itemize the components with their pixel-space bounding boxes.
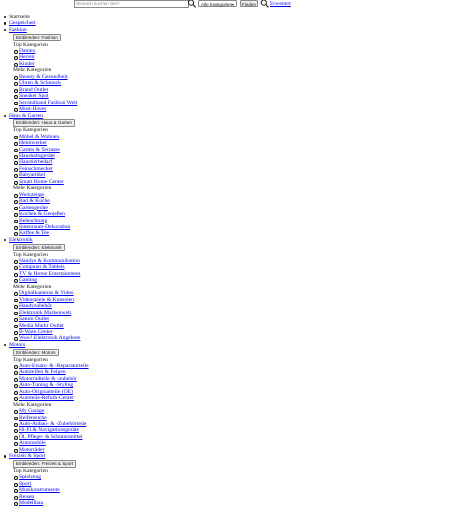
category-link[interactable]: Modellbau <box>19 500 43 506</box>
category-link[interactable]: Smart Home Center <box>19 179 64 185</box>
list-item[interactable]: Autoteile-Refurb-Center <box>14 395 89 402</box>
category-link[interactable]: Computer & Tablets <box>19 264 65 270</box>
category-link[interactable]: Saturn Outlet <box>19 316 49 322</box>
category-link[interactable]: Must-Haves <box>19 106 46 112</box>
more-categories-list: Beauty & Gesundheit Uhren & Schmuck Brand … <box>9 74 89 113</box>
header-bar: Wonach suchen Sie? Alle Kategorien ▾ Fin… <box>0 0 474 9</box>
top-categories-list: Möbel & Wohnen Heimwerker Garten & Terrass… <box>9 134 89 186</box>
category-link[interactable]: Werkzeuge <box>19 192 44 198</box>
nav-section-fashion: Fashion Einblenden: Fashion Top Kategorien… <box>4 27 89 113</box>
expand-button-home[interactable]: Einblenden: Haus & Garten <box>13 119 75 127</box>
category-link[interactable]: Brand Outlet <box>19 87 48 93</box>
more-categories-list: Werkzeuge Bad & Küche Gartengeräte Kochen &… <box>9 192 89 237</box>
start-label: Startseite <box>9 14 30 20</box>
category-link[interactable]: Sneaker Spot <box>19 93 49 99</box>
section-link-electronics[interactable]: Elektronik <box>9 237 33 243</box>
category-link[interactable]: Spielzeug <box>19 474 41 480</box>
category-link[interactable]: Wow! Elektronik Angebote <box>19 335 80 341</box>
category-link[interactable]: Handyzubehör <box>19 303 52 309</box>
list-item[interactable]: Kinder <box>14 61 89 68</box>
expand-button-motors[interactable]: Einblenden: Motors <box>13 348 59 357</box>
category-link[interactable]: Garten & Terrasse <box>19 147 60 153</box>
category-link[interactable]: Bad & Küche <box>19 198 50 204</box>
category-link[interactable]: Möbel & Wohnen <box>19 134 59 140</box>
category-select-value: Alle Kategorien <box>201 2 233 7</box>
expand-button-sport[interactable]: Einblenden: Freizeit & Sport <box>13 460 77 468</box>
advanced-search-link[interactable]: Erweitert <box>270 1 291 7</box>
category-link[interactable]: Herren <box>19 54 35 60</box>
category-link[interactable]: Media Markt Outlet <box>19 323 64 329</box>
find-button[interactable]: Finden <box>240 0 258 7</box>
category-link[interactable]: TV & Home Entertainment <box>19 271 80 277</box>
top-categories-list: Damen Herren Kinder <box>9 48 89 68</box>
expand-button-electronics[interactable]: Einblenden: Elektronik <box>13 243 65 252</box>
category-link[interactable]: Digitalkameras & Video <box>19 290 74 296</box>
more-categories-list: Digitalkameras & Video Videospiele & Kons… <box>9 290 89 342</box>
section-link-sport[interactable]: Freizeit & Sport <box>9 453 45 459</box>
nav-section-electronics: Elektronik Einblenden: Elektronik Top Kate… <box>4 237 89 342</box>
category-select[interactable]: Alle Kategorien ▾ <box>198 0 237 7</box>
nav-section-motors: Motors Einblenden: Motors Top Kategorien Au… <box>4 342 89 454</box>
section-link-fashion[interactable]: Fashion <box>9 27 27 33</box>
category-link[interactable]: Hi-Fi & Navigationsgeräte <box>19 427 79 433</box>
category-link[interactable]: Reisen <box>19 494 34 500</box>
category-nav: Startseite Gespeichert Fashion Einblenden… <box>0 14 89 507</box>
list-item[interactable]: Gaming <box>14 277 89 284</box>
category-link[interactable]: Beleuchtung <box>19 218 47 224</box>
top-categories-list: Auto-Ersatz- & -Reparaturteile Autoreifen… <box>9 363 89 402</box>
category-link[interactable]: Gartengeräte <box>19 205 48 211</box>
category-link[interactable]: Kinder <box>19 61 35 67</box>
top-categories-list: Spielzeug Sport Musikinstrumente Reisen Mode… <box>9 474 89 507</box>
category-link[interactable]: Auto-Tuning & -Styling <box>19 382 73 388</box>
category-link[interactable]: Kaffee & Tee <box>19 230 49 236</box>
section-link-motors[interactable]: Motors <box>9 342 25 348</box>
top-categories-list: Handys & Kommunikation Computer & Tablets… <box>9 258 89 284</box>
category-link[interactable]: Babyartikel <box>19 172 45 178</box>
category-link[interactable]: Secondhand Fashion Welt <box>19 100 77 106</box>
category-link[interactable]: Haustierbedarf <box>19 159 52 165</box>
category-link[interactable]: Kochen & Genießen <box>19 211 65 217</box>
category-link[interactable]: B-Ware Center <box>19 329 53 335</box>
category-link[interactable]: Reifensuche <box>19 415 47 421</box>
category-link[interactable]: Motorradteile & -zubehör <box>19 376 77 382</box>
category-link[interactable]: Gaming <box>19 277 37 283</box>
category-link[interactable]: Sport <box>19 481 31 487</box>
nav-section-home-garden: Haus & Garten Einblenden: Haus & Garten To… <box>4 113 89 237</box>
search-icon[interactable] <box>260 0 269 8</box>
category-link[interactable]: Öl, Pflege- & Schmiermittel <box>19 434 82 440</box>
saved-link[interactable]: Gespeichert <box>9 20 36 26</box>
category-link[interactable]: Handys & Kommunikation <box>19 258 80 264</box>
chevron-down-icon: ▾ <box>231 2 234 7</box>
search-icon[interactable] <box>187 0 197 8</box>
category-link[interactable]: Beauty & Gesundheit <box>19 74 67 80</box>
category-link[interactable]: Elektronik Markenwelt <box>19 310 71 316</box>
category-link[interactable]: Autoteile-Refurb-Center <box>19 395 74 401</box>
category-link[interactable]: Motorräder <box>19 447 44 453</box>
category-link[interactable]: Damen <box>19 48 35 54</box>
category-link[interactable]: Musikinstrumente <box>19 487 60 493</box>
category-link[interactable]: Videospiele & Konsolen <box>19 297 74 303</box>
category-link[interactable]: Feinschmecker <box>19 166 53 172</box>
search-input[interactable]: Wonach suchen Sie? <box>74 0 189 8</box>
category-link[interactable]: Automobile <box>19 440 46 446</box>
category-link[interactable]: Uhren & Schmuck <box>19 80 61 86</box>
category-link[interactable]: My Garage <box>19 408 44 414</box>
list-item[interactable]: Modellbau <box>14 500 89 507</box>
more-categories-list: My Garage Reifensuche Auto-Anbau- & -Zubeh… <box>9 408 89 454</box>
expand-button-fashion[interactable]: Einblenden: Fashion <box>13 33 61 42</box>
category-link[interactable]: Heimwerker <box>19 140 47 146</box>
nav-section-leisure-sport: Freizeit & Sport Einblenden: Freizeit & S… <box>4 453 89 507</box>
category-link[interactable]: Auto-Originalteile (OE) <box>19 389 73 395</box>
section-link-home[interactable]: Haus & Garten <box>9 113 43 119</box>
list-item[interactable]: Smart Home Center <box>14 179 89 186</box>
category-link[interactable]: Autoreifen & Felgen <box>19 369 66 375</box>
category-link[interactable]: Auto-Anbau- & -Zubehörteile <box>19 421 86 427</box>
